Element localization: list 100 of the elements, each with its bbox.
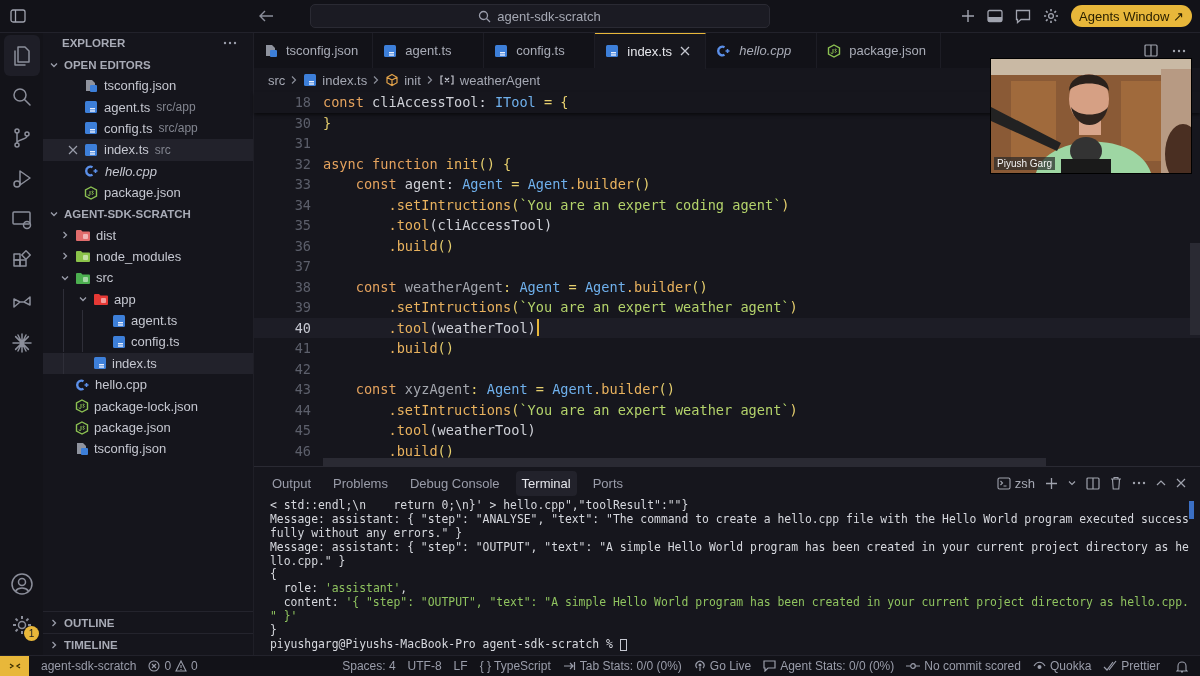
file-name: index.ts bbox=[104, 142, 149, 158]
tree-item[interactable]: dist bbox=[43, 224, 253, 246]
section-header[interactable]: AGENT-SDK-SCRATCH bbox=[43, 203, 253, 225]
status-item[interactable]: No commit scored bbox=[906, 659, 1021, 673]
open-editor-item[interactable]: config.ts src/app bbox=[43, 117, 253, 140]
tree-item[interactable]: index.ts bbox=[43, 352, 253, 375]
section-header[interactable]: OPEN EDITORS bbox=[43, 54, 253, 75]
status-item[interactable]: Tab Stats: 0/0 (0%) bbox=[562, 659, 682, 673]
c-plus-file-icon bbox=[84, 164, 99, 179]
shell-name[interactable]: zsh bbox=[1014, 475, 1035, 491]
panel-tab[interactable]: Ports bbox=[586, 470, 630, 496]
breadcrumb-item[interactable]: src bbox=[268, 72, 286, 88]
terminal-prompt: piyushgarg@Piyushs-MacBook-Pro agent-sdk-scratch % bbox=[270, 637, 614, 652]
tree-item[interactable]: tsconfig.json bbox=[43, 438, 253, 460]
terminal-cursor bbox=[619, 638, 627, 651]
open-editor-item[interactable]: package.json bbox=[43, 181, 253, 204]
split-editor-icon[interactable] bbox=[1144, 44, 1158, 57]
tree-item[interactable]: package.json bbox=[43, 416, 253, 439]
status-item[interactable]: Quokka bbox=[1032, 659, 1092, 673]
remote-button[interactable] bbox=[0, 656, 29, 676]
section-header[interactable]: OUTLINE bbox=[43, 611, 253, 633]
scrollbar[interactable] bbox=[1189, 501, 1194, 519]
tree-item[interactable]: package-lock.json bbox=[43, 395, 253, 417]
line-number: 35 bbox=[293, 217, 312, 234]
hexagon-file-icon bbox=[75, 420, 89, 435]
status-item[interactable]: Spaces: 4 bbox=[342, 659, 396, 673]
file-name: agent.ts bbox=[104, 99, 151, 115]
close-icon[interactable] bbox=[1176, 478, 1186, 488]
file-path: src/app bbox=[158, 121, 198, 136]
asterisk-icon[interactable] bbox=[9, 330, 34, 355]
open-editor-item[interactable]: agent.ts src/app bbox=[43, 96, 253, 118]
code-line: const cliAccessTool: ITool = { bbox=[323, 94, 569, 111]
line-number: 46 bbox=[293, 442, 312, 459]
tree-item[interactable]: app bbox=[43, 288, 253, 310]
plus-icon[interactable] bbox=[1045, 476, 1058, 490]
tree-item[interactable]: node_modules bbox=[43, 245, 253, 268]
file-path: src/app bbox=[156, 100, 196, 115]
problems-status[interactable]: 0 0 bbox=[148, 659, 198, 673]
line-number: 44 bbox=[293, 401, 312, 418]
open-editor-item[interactable]: hello.cpp bbox=[43, 160, 253, 182]
file-name: hello.cpp bbox=[95, 377, 148, 393]
status-item[interactable]: UTF-8 bbox=[407, 659, 442, 673]
status-item[interactable]: { } TypeScript bbox=[479, 659, 551, 673]
split-terminal-icon[interactable] bbox=[1086, 476, 1100, 490]
typescript-file-icon bbox=[84, 142, 98, 157]
more-icon[interactable] bbox=[1132, 481, 1146, 485]
more-icon[interactable] bbox=[223, 41, 237, 45]
more-icon[interactable] bbox=[1172, 48, 1186, 53]
terminal-line: Message: assistant: { "step": "ANALYSE", "text": "The command to create a hello.cpp file with the Hello World program executed success bbox=[270, 512, 1189, 527]
terminal-line: { bbox=[270, 568, 277, 583]
hexagon-file-icon bbox=[75, 399, 89, 414]
bell-icon[interactable] bbox=[1176, 659, 1188, 673]
line-number: 38 bbox=[293, 278, 312, 295]
settings-icon[interactable] bbox=[10, 613, 33, 636]
trash-icon[interactable] bbox=[1110, 476, 1122, 490]
open-editor-item[interactable]: tsconfig.json bbox=[43, 75, 253, 97]
settings-icon[interactable] bbox=[1043, 8, 1060, 24]
sidebar-toggle-icon[interactable] bbox=[10, 9, 26, 23]
workspace-name[interactable]: agent-sdk-scratch bbox=[41, 659, 137, 673]
chevron-down-icon[interactable] bbox=[1068, 479, 1076, 487]
tree-item[interactable]: agent.ts bbox=[43, 309, 253, 332]
status-item[interactable]: LF bbox=[453, 659, 468, 673]
breadcrumb-item[interactable]: weatherAgent bbox=[459, 72, 540, 88]
close-icon[interactable] bbox=[68, 144, 78, 155]
open-editor-item[interactable]: index.ts src bbox=[43, 139, 253, 161]
code-line: .build() bbox=[387, 340, 454, 357]
plus-icon[interactable] bbox=[961, 9, 976, 23]
chevron-up-icon[interactable] bbox=[1156, 479, 1166, 487]
line-number: 30 bbox=[293, 114, 312, 131]
terminal-line: llo.cpp." } bbox=[270, 554, 346, 568]
breadcrumb-item[interactable]: index.ts bbox=[322, 72, 368, 88]
editor-tab[interactable]: hello.cpp bbox=[706, 33, 818, 68]
panel-tab[interactable]: Debug Console bbox=[403, 470, 506, 496]
editor-tab[interactable]: package.json bbox=[817, 33, 941, 68]
status-item[interactable]: Prettier bbox=[1103, 659, 1160, 673]
hexagon-file-icon bbox=[84, 185, 98, 200]
status-item[interactable]: Agent Stats: 0/0 (0%) bbox=[763, 659, 895, 673]
editor-tab[interactable]: agent.ts bbox=[373, 33, 485, 68]
panel-tab[interactable]: Output bbox=[266, 470, 318, 496]
file-name: src bbox=[96, 270, 114, 286]
agents-window-button[interactable]: Agents Window ↗ bbox=[1071, 5, 1192, 27]
close-icon[interactable] bbox=[680, 46, 691, 56]
tree-item[interactable]: src bbox=[43, 267, 253, 289]
chat-icon[interactable] bbox=[1015, 8, 1032, 24]
command-search-field[interactable]: agent-sdk-scratch bbox=[309, 4, 770, 28]
tree-item[interactable]: hello.cpp bbox=[43, 374, 253, 396]
tree-item[interactable]: config.ts bbox=[43, 331, 253, 353]
status-item[interactable]: Go Live bbox=[693, 659, 752, 673]
file-name: dist bbox=[96, 227, 117, 243]
panel-layout-icon[interactable] bbox=[987, 9, 1004, 23]
panel-tab[interactable]: Terminal bbox=[515, 470, 577, 496]
back-arrow-icon[interactable] bbox=[257, 9, 274, 23]
file-name: config.ts bbox=[104, 120, 153, 136]
panel-tab[interactable]: Problems bbox=[327, 470, 394, 496]
account-icon[interactable] bbox=[9, 571, 34, 596]
search-icon bbox=[478, 9, 492, 23]
editor-tab[interactable]: index.ts bbox=[595, 32, 707, 69]
file-name: agent.ts bbox=[131, 313, 178, 329]
breadcrumb-item[interactable]: init bbox=[404, 72, 421, 88]
editor-tab[interactable]: tsconfig.json bbox=[254, 33, 374, 68]
